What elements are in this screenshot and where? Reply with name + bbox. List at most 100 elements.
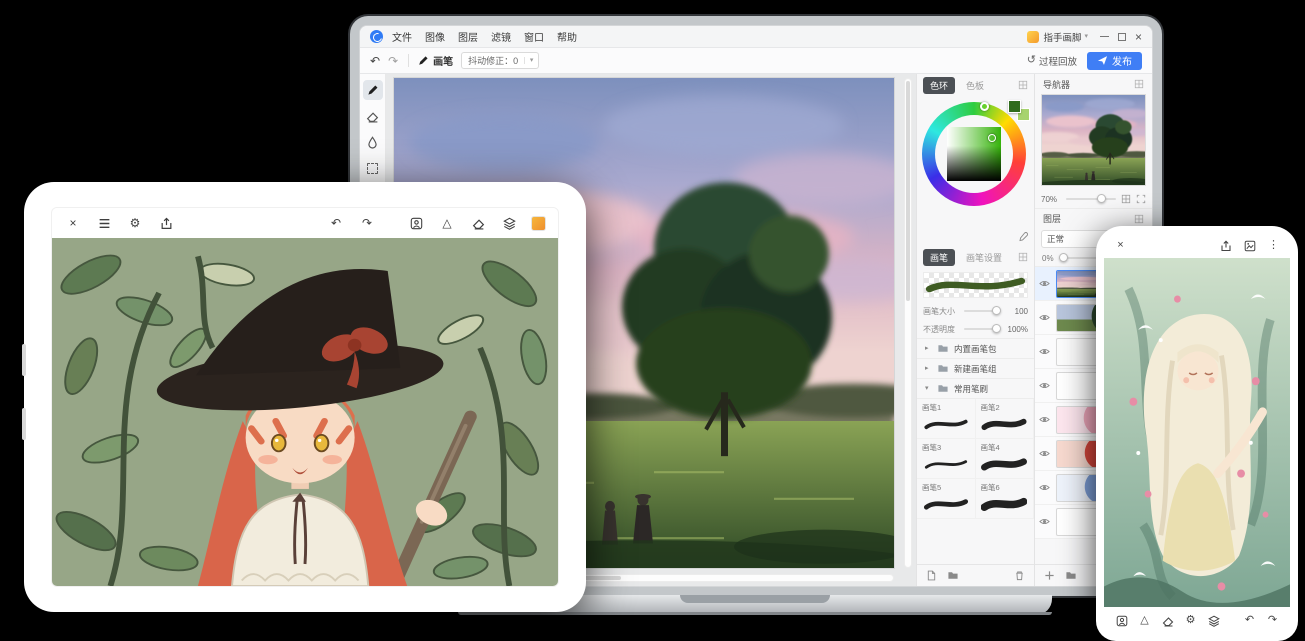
gear-icon[interactable]: ⚙	[1183, 613, 1198, 628]
redo-icon[interactable]: ↷	[358, 214, 376, 232]
panel-grid-icon[interactable]	[1018, 80, 1028, 90]
new-folder-icon[interactable]	[947, 570, 959, 581]
add-layer-icon[interactable]	[1044, 570, 1055, 581]
opacity-slider[interactable]	[964, 328, 1001, 330]
panel-grid-icon[interactable]	[1018, 252, 1028, 262]
select-tool-button[interactable]	[363, 158, 383, 178]
visibility-toggle[interactable]	[1037, 414, 1052, 425]
export-icon[interactable]	[1218, 238, 1233, 253]
visibility-toggle[interactable]	[1037, 312, 1052, 323]
color-swatch[interactable]	[531, 216, 546, 231]
eye-icon	[1039, 278, 1050, 289]
visibility-toggle[interactable]	[1037, 482, 1052, 493]
minimize-button[interactable]	[1100, 36, 1109, 38]
sticker-icon[interactable]	[407, 214, 425, 232]
sticker-icon[interactable]	[1114, 613, 1129, 628]
slider-knob[interactable]	[1097, 194, 1106, 203]
actual-size-icon[interactable]	[1121, 194, 1131, 204]
menu-item-file[interactable]: 文件	[392, 29, 412, 44]
visibility-toggle[interactable]	[1037, 278, 1052, 289]
chevron-down-icon: ▾	[524, 57, 538, 64]
more-icon[interactable]: ⋮	[1266, 238, 1281, 253]
eraser-tool-button[interactable]	[363, 106, 383, 126]
smudge-tool-button[interactable]	[363, 132, 383, 152]
tablet-canvas[interactable]	[52, 238, 558, 586]
hue-indicator[interactable]	[980, 102, 989, 111]
visibility-toggle[interactable]	[1037, 516, 1052, 527]
brush-item[interactable]: 画笔4	[976, 439, 1035, 479]
account-name[interactable]: 指手画脚	[1043, 30, 1081, 44]
brush-name: 画笔4	[981, 442, 1029, 453]
new-group-icon[interactable]	[1065, 570, 1077, 581]
eye-icon	[1039, 414, 1050, 425]
menu-icon[interactable]	[95, 214, 113, 232]
close-icon[interactable]: ×	[1113, 238, 1128, 253]
close-icon[interactable]: ×	[64, 214, 82, 232]
redo-button[interactable]: ↷	[388, 55, 398, 67]
send-icon	[1097, 55, 1108, 66]
shape-icon[interactable]: △	[438, 214, 456, 232]
scrollbar-handle[interactable]	[906, 81, 910, 301]
visibility-toggle[interactable]	[1037, 380, 1052, 391]
brush-name: 画笔3	[922, 442, 970, 453]
menu-item-layer[interactable]: 图层	[458, 29, 478, 44]
divider	[408, 54, 409, 67]
brush-item[interactable]: 画笔3	[917, 439, 976, 479]
stabilizer-dropdown[interactable]: 抖动修正：0 ▾	[461, 52, 539, 69]
replay-button[interactable]: ↺ 过程回放	[1027, 54, 1077, 68]
brush-stroke-preview	[923, 272, 1028, 298]
redo-icon[interactable]: ↷	[1265, 613, 1280, 628]
brush-item[interactable]: 画笔5	[917, 479, 976, 519]
eyedropper-icon[interactable]	[1018, 231, 1029, 242]
eraser-icon[interactable]	[469, 214, 487, 232]
pen-tool-button[interactable]	[363, 80, 383, 100]
fit-screen-icon[interactable]	[1136, 194, 1146, 204]
menu-item-help[interactable]: 帮助	[557, 29, 577, 44]
undo-button[interactable]: ↶	[370, 55, 380, 67]
brush-item[interactable]: 画笔2	[976, 399, 1035, 439]
slider-knob[interactable]	[992, 324, 1001, 333]
image-icon[interactable]	[1242, 238, 1257, 253]
panel-grid-icon[interactable]	[1134, 79, 1144, 89]
shape-icon[interactable]: △	[1137, 613, 1152, 628]
phone-canvas[interactable]	[1104, 258, 1290, 607]
brush-group-builtin[interactable]: ▸ 内置画笔包	[917, 338, 1034, 358]
new-brush-icon[interactable]	[926, 570, 937, 581]
brush-group-new[interactable]: ▸ 新建画笔组	[917, 358, 1034, 378]
close-button[interactable]: ×	[1135, 31, 1142, 43]
slider-knob[interactable]	[992, 306, 1001, 315]
menu-item-filter[interactable]: 滤镜	[491, 29, 511, 44]
tab-palette[interactable]: 色板	[959, 77, 991, 94]
layers-icon[interactable]	[1206, 613, 1221, 628]
primary-color-swatch[interactable]	[1008, 100, 1021, 113]
visibility-toggle[interactable]	[1037, 448, 1052, 459]
vertical-scrollbar[interactable]	[904, 78, 912, 568]
undo-icon[interactable]: ↶	[1242, 613, 1257, 628]
marquee-icon	[367, 163, 378, 174]
export-icon[interactable]	[157, 214, 175, 232]
brush-group-common[interactable]: ▾ 常用笔刷	[917, 378, 1034, 398]
gear-icon[interactable]: ⚙	[126, 214, 144, 232]
undo-icon[interactable]: ↶	[327, 214, 345, 232]
visibility-toggle[interactable]	[1037, 346, 1052, 357]
folder-icon	[937, 383, 949, 394]
tab-brush[interactable]: 画笔	[923, 249, 955, 266]
navigator-preview[interactable]	[1041, 94, 1146, 186]
brush-size-slider[interactable]	[964, 310, 1001, 312]
layers-icon[interactable]	[500, 214, 518, 232]
brush-item[interactable]: 画笔1	[917, 399, 976, 439]
menu-item-window[interactable]: 窗口	[524, 29, 544, 44]
publish-button[interactable]: 发布	[1087, 52, 1142, 70]
menu-item-image[interactable]: 图像	[425, 29, 445, 44]
eraser-icon[interactable]	[1160, 613, 1175, 628]
zoom-slider[interactable]	[1066, 198, 1116, 200]
sv-indicator[interactable]	[988, 134, 996, 142]
panel-grid-icon[interactable]	[1134, 214, 1144, 224]
slider-knob[interactable]	[1059, 253, 1068, 262]
brush-item[interactable]: 画笔6	[976, 479, 1035, 519]
maximize-button[interactable]	[1118, 33, 1126, 41]
brush-grid: 画笔1 画笔2 画笔3 画笔4	[917, 398, 1034, 519]
tab-color-wheel[interactable]: 色环	[923, 77, 955, 94]
trash-icon[interactable]	[1014, 570, 1025, 581]
tab-brush-settings[interactable]: 画笔设置	[959, 249, 1009, 266]
